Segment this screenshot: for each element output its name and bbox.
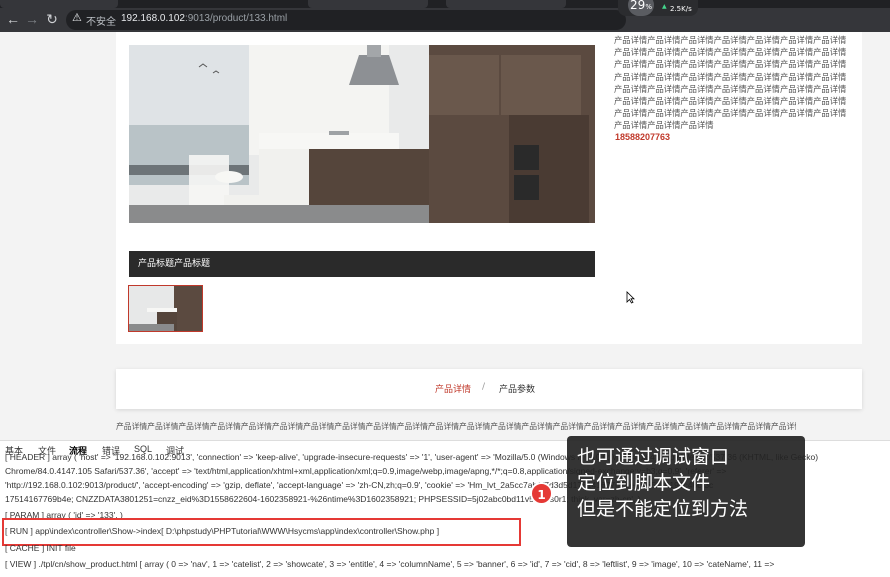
tab-product-detail[interactable]: 产品详情: [435, 382, 471, 395]
mouse-cursor-icon: [626, 289, 635, 308]
step-badge: 1: [530, 482, 553, 505]
tab-product-params[interactable]: 产品参数: [499, 382, 535, 395]
tab-separator: /: [482, 382, 486, 392]
annotation-box: 也可通过调试窗口 定位到脚本文件 但是不能定位到方法: [567, 436, 805, 547]
run-highlight-box: [2, 518, 521, 546]
network-speed-widget: 29% ▲ 2.5K/s: [618, 0, 698, 16]
forward-arrow-icon[interactable]: →: [24, 11, 40, 27]
browser-toolbar: ← → ↻ ⚠ 不安全 192.168.0.102:9013/product/1…: [0, 8, 890, 32]
url-text[interactable]: 192.168.0.102:9013/product/133.html: [121, 13, 287, 24]
product-caption: 产品标题产品标题: [129, 251, 595, 277]
detail-text: 产品详情产品详情产品详情产品详情产品详情产品详情产品详情产品详情产品详情产品详情…: [116, 422, 796, 431]
warning-triangle-icon[interactable]: ⚠: [72, 11, 82, 24]
url-host: 192.168.0.102: [121, 13, 185, 24]
insecure-label[interactable]: 不安全: [86, 13, 116, 28]
trace-line: [ VIEW ] ./tpl/cn/show_product.html [ ar…: [5, 559, 775, 569]
product-image: [129, 45, 595, 223]
reload-icon[interactable]: ↻: [44, 11, 60, 27]
browser-tab[interactable]: [446, 0, 566, 8]
annotation-line: 也可通过调试窗口: [577, 446, 730, 468]
speed-percent: 29%: [628, 0, 654, 16]
product-thumbnail[interactable]: [128, 285, 203, 332]
contact-phone: 18588207763: [615, 132, 671, 142]
browser-tab[interactable]: [0, 0, 118, 8]
annotation-line: 定位到脚本文件: [577, 472, 711, 494]
back-arrow-icon[interactable]: ←: [5, 11, 21, 27]
browser-tab[interactable]: [308, 0, 428, 8]
trace-line: [ CACHE ] INIT file: [5, 543, 76, 553]
detail-tabs: 产品详情 / 产品参数: [116, 369, 862, 409]
browser-tab-strip: [0, 0, 890, 8]
product-description: 产品详情产品详情产品详情产品详情产品详情产品详情产品详情产品详情产品详情产品详情…: [614, 35, 847, 131]
url-path: :9013/product/133.html: [184, 13, 288, 24]
annotation-line: 但是不能定位到方法: [577, 498, 749, 520]
speed-rate: 2.5K/s: [670, 5, 692, 13]
upload-arrow-icon: ▲: [662, 3, 667, 10]
